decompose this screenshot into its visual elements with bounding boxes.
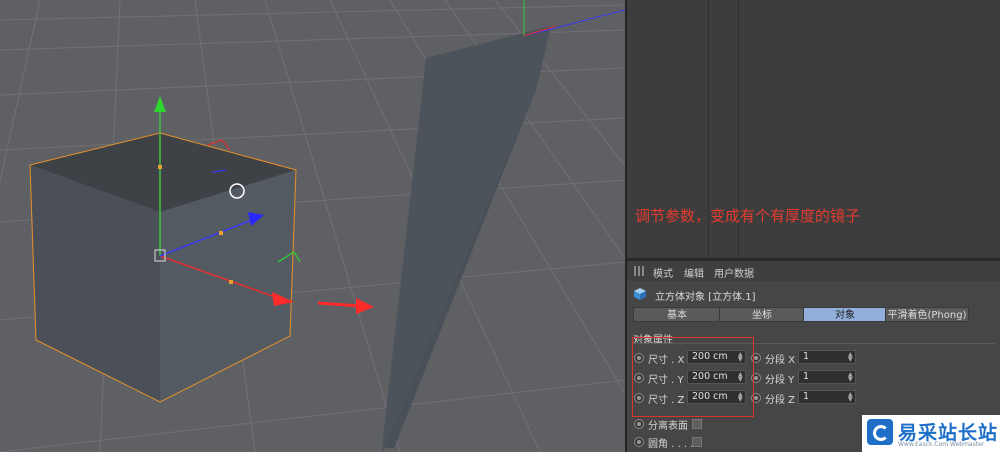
- watermark: 易采站长站 Www.Easck.Com Webmaster: [862, 415, 1000, 452]
- segment-z-field[interactable]: 1 ▲ ▼: [798, 390, 856, 404]
- separate-surfaces-label: 分离表面: [648, 421, 688, 432]
- fillet-checkbox[interactable]: [692, 437, 702, 447]
- highlight-box: [632, 337, 754, 417]
- watermark-url: Www.Easck.Com Webmaster: [898, 441, 985, 448]
- object-title-text: 立方体对象 [立方体.1]: [655, 292, 756, 303]
- 3d-viewport[interactable]: [0, 0, 625, 452]
- segment-x-label: 分段 X: [765, 355, 796, 366]
- segment-y-label: 分段 Y: [765, 375, 795, 386]
- attribute-menubar: 模式 编辑 用户数据: [627, 261, 1000, 281]
- segment-z-label: 分段 Z: [765, 395, 796, 406]
- menu-edit[interactable]: 编辑: [684, 265, 704, 280]
- animate-radio[interactable]: [634, 437, 644, 447]
- cube-icon: [634, 288, 646, 300]
- segment-x-field[interactable]: 1 ▲ ▼: [798, 350, 856, 364]
- cube-object[interactable]: [29, 132, 297, 403]
- red-arrow-annotation: [317, 298, 374, 314]
- attribute-tabs: 基本 坐标 对象 平滑着色(Phong): [633, 307, 969, 323]
- mirror-slab-object[interactable]: [382, 26, 551, 452]
- animate-radio[interactable]: [634, 419, 644, 429]
- tab-basic[interactable]: 基本: [633, 307, 721, 322]
- annotation-note: 调节参数，变成有个有厚度的镜子: [635, 207, 861, 225]
- menu-user-data[interactable]: 用户数据: [714, 265, 754, 280]
- tab-phong[interactable]: 平滑着色(Phong): [885, 307, 969, 322]
- viewport-scene: [0, 0, 625, 452]
- option-row: 分离表面: [634, 416, 834, 432]
- separate-surfaces-checkbox[interactable]: [692, 419, 702, 429]
- menu-mode[interactable]: 模式: [653, 265, 673, 280]
- object-manager-panel: 调节参数，变成有个有厚度的镜子: [627, 0, 1000, 258]
- tab-coord[interactable]: 坐标: [719, 307, 805, 322]
- option-row: 圆角 . . . .: [634, 434, 834, 450]
- tab-object[interactable]: 对象: [803, 307, 887, 322]
- grid-handle-icon[interactable]: [634, 266, 644, 276]
- site-logo-icon: [867, 419, 893, 445]
- fillet-label: 圆角 . . . .: [648, 439, 694, 450]
- segment-y-field[interactable]: 1 ▲ ▼: [798, 370, 856, 384]
